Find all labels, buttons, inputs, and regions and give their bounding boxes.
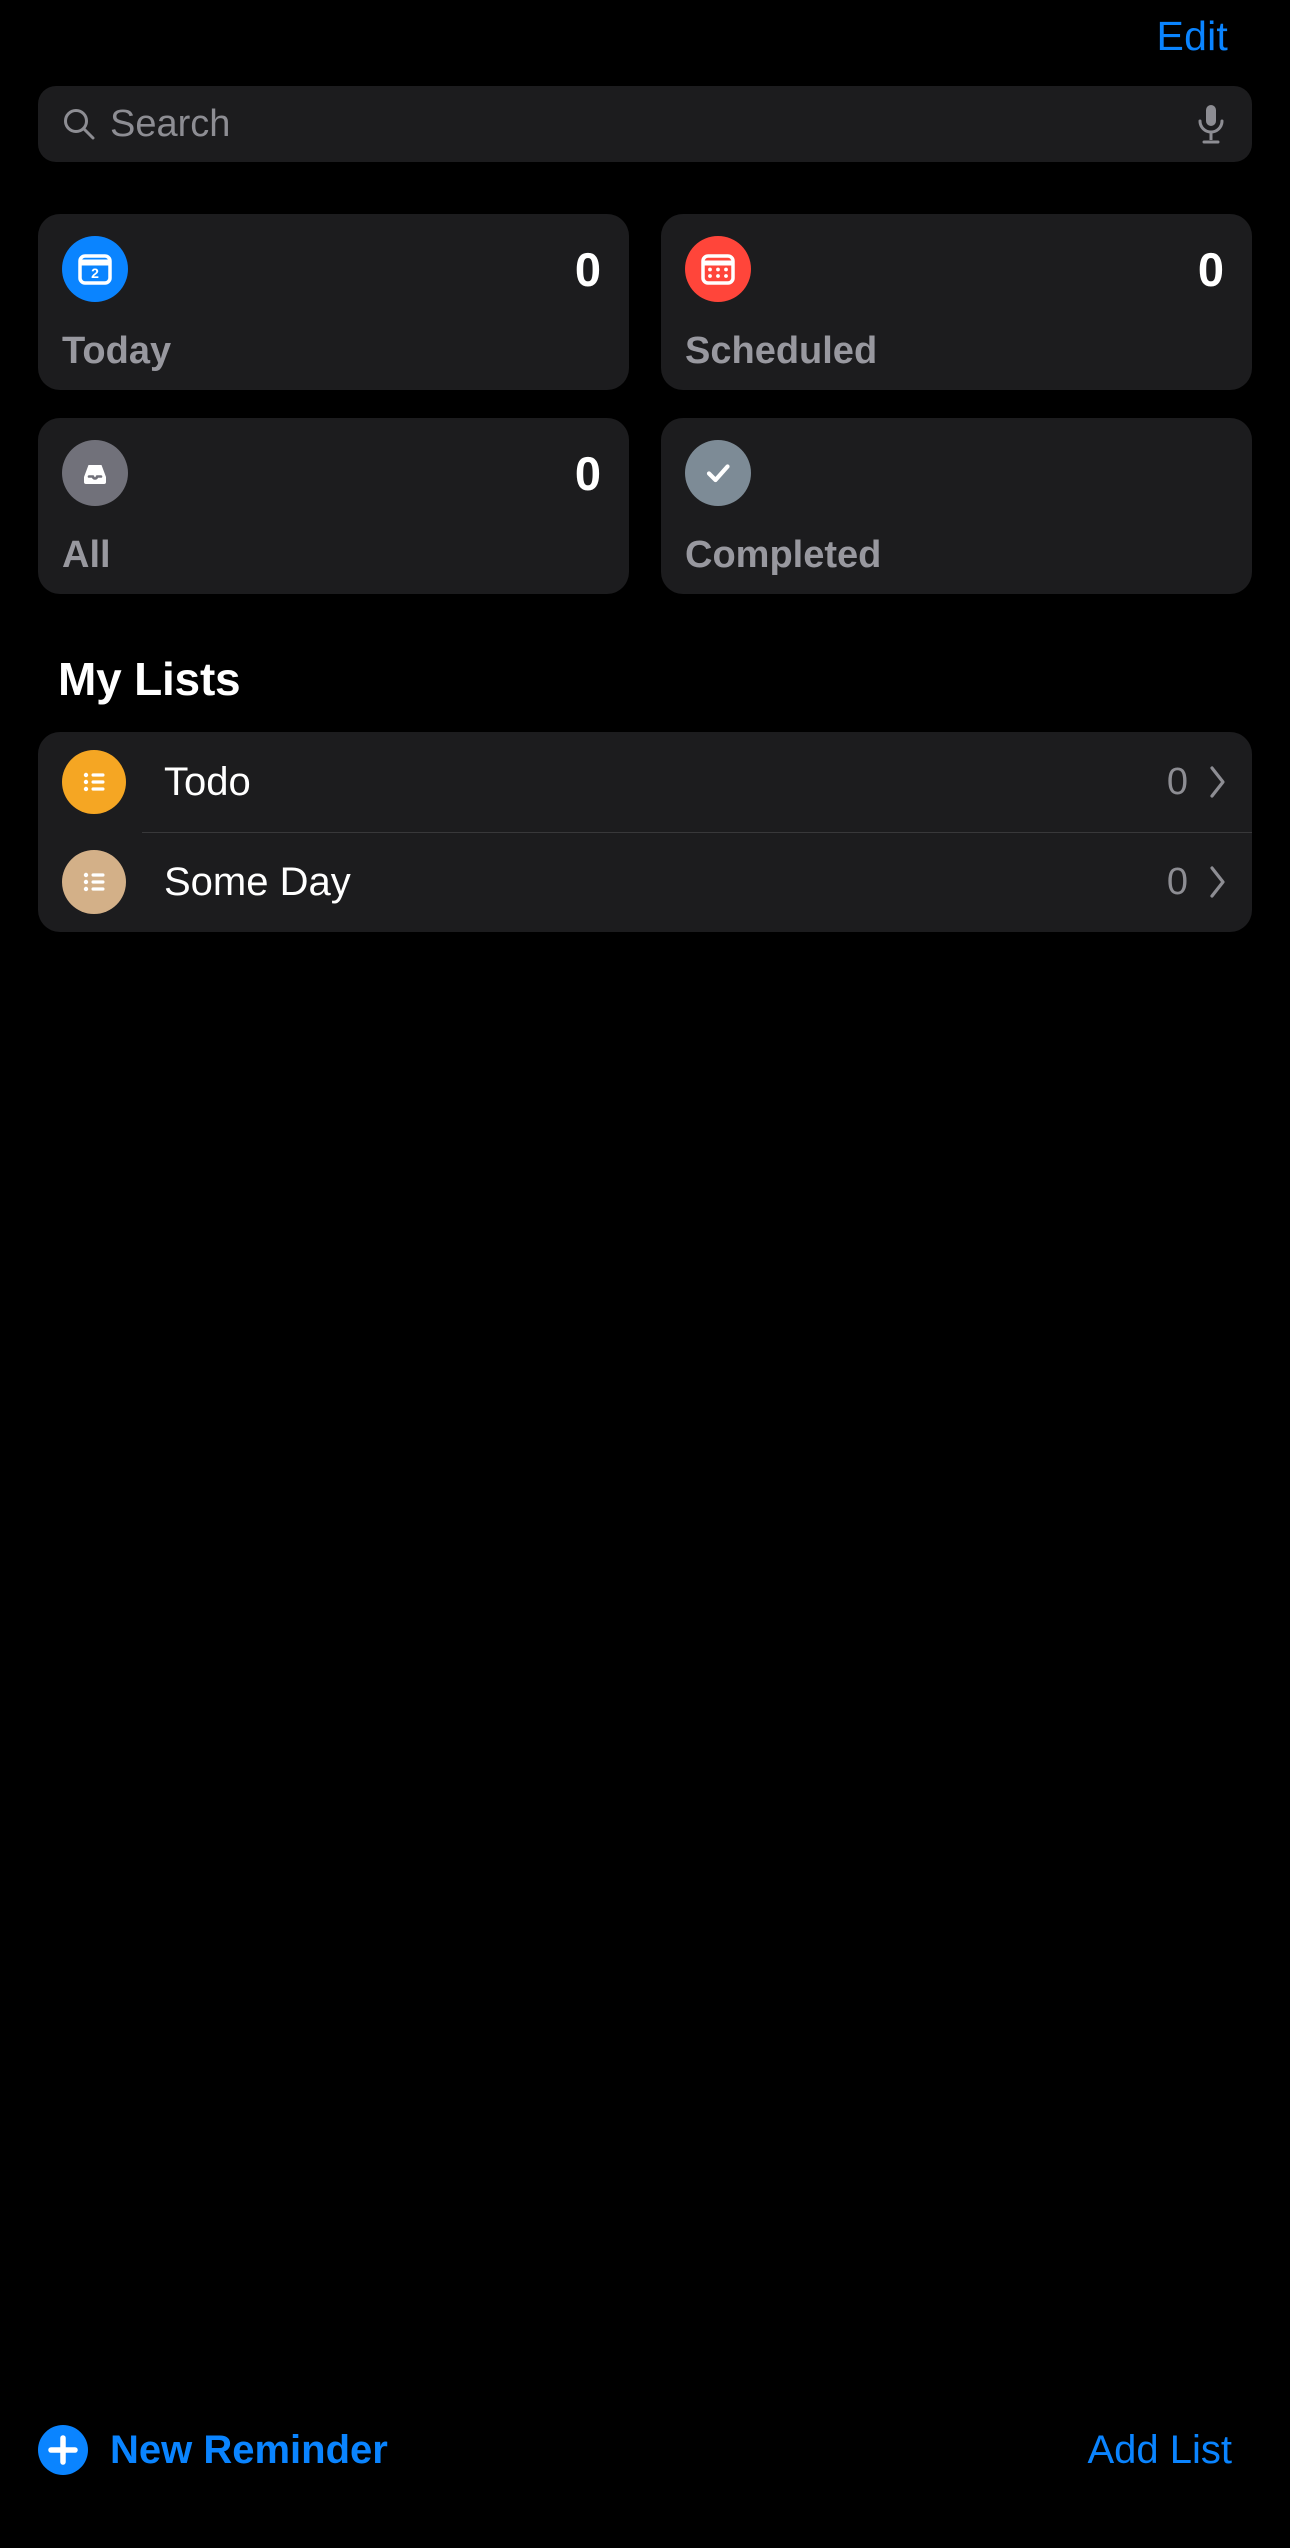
calendar-grid-icon [685,236,751,302]
bottom-toolbar: New Reminder Add List [0,2398,1290,2548]
smart-list-card-completed[interactable]: Completed [661,418,1252,594]
search-bar[interactable] [38,86,1252,162]
card-header [685,440,1228,506]
smart-list-label: All [62,534,111,576]
checkmark-icon [685,440,751,506]
svg-text:2: 2 [91,265,99,281]
smart-list-count: 0 [574,446,601,500]
search-bar-container [0,72,1290,162]
calendar-day-icon: 2 [62,236,128,302]
list-item-name: Some Day [164,859,351,904]
smart-list-card-today[interactable]: 2 0 Today [38,214,629,390]
card-header: 0 [685,236,1228,302]
inbox-tray-icon [62,440,128,506]
search-icon [62,107,96,141]
smart-list-label: Completed [685,534,882,576]
list-item-name: Todo [164,759,251,804]
list-item-count: 0 [1166,760,1188,803]
smart-list-label: Today [62,330,172,372]
top-navigation-bar: Edit [0,0,1290,72]
smart-list-count: 0 [574,242,601,296]
smart-list-label: Scheduled [685,330,878,372]
new-reminder-label: New Reminder [110,2427,388,2472]
chevron-right-icon [1208,865,1228,899]
list-item-count: 0 [1166,860,1188,903]
bulleted-list-icon [62,750,126,814]
chevron-right-icon [1208,765,1228,799]
microphone-icon[interactable] [1196,103,1226,145]
card-header: 0 [62,440,605,506]
list-item[interactable]: Some Day 0 [38,832,1252,932]
smart-lists-grid: 2 0 Today 0 Scheduled 0 All Completed [0,162,1290,594]
plus-circle-icon [38,2425,88,2475]
smart-list-card-all[interactable]: 0 All [38,418,629,594]
edit-button[interactable]: Edit [1157,13,1228,60]
bulleted-list-icon [62,850,126,914]
add-list-button[interactable]: Add List [1087,2428,1232,2473]
list-item[interactable]: Todo 0 [38,732,1252,832]
new-reminder-button[interactable]: New Reminder [38,2425,388,2475]
card-header: 2 0 [62,236,605,302]
my-lists-group: Todo 0 Some Day 0 [38,732,1252,932]
my-lists-heading: My Lists [58,653,241,705]
smart-list-card-scheduled[interactable]: 0 Scheduled [661,214,1252,390]
smart-list-count: 0 [1197,242,1224,296]
search-input[interactable] [110,102,1182,146]
reminders-app-screen: Edit Search 2 0 Today 0 Scheduled 0 All … [0,0,1290,2548]
